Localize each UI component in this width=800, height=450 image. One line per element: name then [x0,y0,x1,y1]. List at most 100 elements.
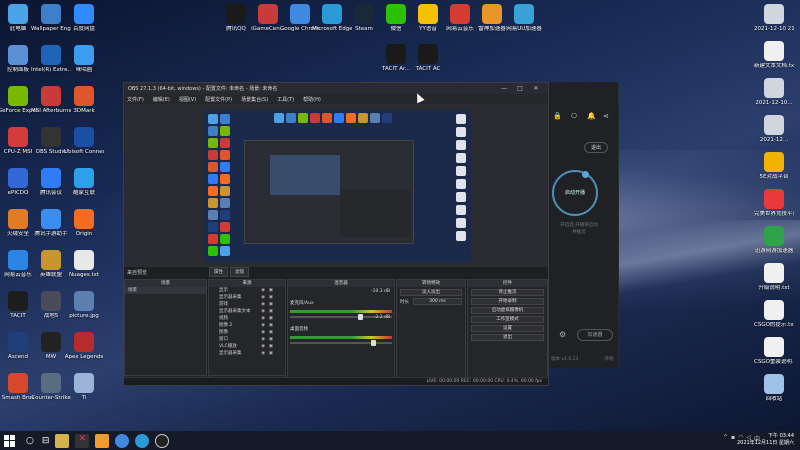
desktop-shortcut[interactable]: Origin [64,209,104,238]
source-item[interactable]: 显示 ◉ ▣ [209,287,285,294]
desktop-shortcut[interactable]: 2021-12-10... [754,78,794,107]
desktop-shortcut[interactable]: 升级说明.txt [754,263,794,292]
visibility-eye-icon[interactable]: ◉ [261,343,265,350]
desktop-shortcut[interactable]: picture.jpg [64,291,104,320]
scene-item[interactable]: 场景 [125,287,206,294]
windows-start-icon[interactable] [4,434,16,447]
desktop-shortcut[interactable]: Nuages.txt [64,250,104,279]
source-item[interactable]: 窗口 ◉ ▣ [209,336,285,343]
lock-icon[interactable]: ▣ [269,350,273,357]
source-item[interactable]: 游戏 ◉ ▣ [209,301,285,308]
menu-scene-collection[interactable]: 场景集合(S) [241,96,268,103]
desktop-shortcut[interactable]: Apex Legends [64,332,104,361]
share-icon[interactable]: ⋖ [603,112,609,120]
obs-preview[interactable] [124,104,548,267]
desktop-shortcut[interactable]: 完美世界竞技平台 [754,189,794,218]
start-stream-ring[interactable]: 启动开播 [552,170,598,216]
visibility-eye-icon[interactable]: ◉ [261,287,265,294]
search-icon[interactable]: ○ [26,436,34,446]
visibility-eye-icon[interactable]: ◉ [261,336,265,343]
lock-icon[interactable]: ▣ [269,308,273,315]
shirt-icon[interactable]: ⎔ [571,112,577,120]
menu-file[interactable]: 文件(F) [127,96,144,103]
obs-window[interactable]: OBS 27.1.3 (64-bit, windows) - 配置文件: 未命名… [123,82,549,386]
desktop-shortcut[interactable]: Ti [64,373,104,402]
visibility-eye-icon[interactable]: ◉ [261,315,265,322]
stop-streaming-button[interactable]: 停止推流 [471,289,544,296]
menu-tools[interactable]: 工具(T) [277,96,294,103]
virtual-camera-button[interactable]: 启动虚拟摄像机 [471,307,544,314]
task-view-icon[interactable]: ⊟ [42,436,50,446]
lock-icon[interactable]: ▣ [269,336,273,343]
desktop-shortcut[interactable]: 2021-12-10 21-12-17... [754,4,794,33]
visibility-eye-icon[interactable]: ◉ [261,308,265,315]
lock-icon[interactable]: ▣ [269,287,273,294]
maximize-icon[interactable]: □ [512,85,528,92]
logout-button[interactable]: 退出 [584,142,608,153]
lock-icon[interactable]: ▣ [269,315,273,322]
source-item[interactable]: VLC播放 ◉ ▣ [209,343,285,350]
accelerator-button[interactable]: 加速器 [577,329,613,341]
visibility-eye-icon[interactable]: ◉ [261,350,265,357]
lock-icon[interactable]: ▣ [269,322,273,329]
menu-view[interactable]: 视图(V) [179,96,196,103]
transition-select[interactable]: 淡入淡出 [400,289,462,296]
source-item[interactable]: 视频 ◉ ▣ [209,315,285,322]
file-explorer-icon[interactable] [55,433,70,448]
exit-button[interactable]: 退出 [471,334,544,341]
start-recording-button[interactable]: 开始录制 [471,298,544,305]
desktop-shortcut[interactable]: 5E对战平台 [754,152,794,181]
tacit-taskbar-icon[interactable]: ✕ [75,433,90,448]
source-item[interactable]: 图像 2 ◉ ▣ [209,322,285,329]
source-item[interactable]: 显示器采集文本 ◉ ▣ [209,308,285,315]
minimize-icon[interactable]: — [496,85,512,92]
desktop-shortcut[interactable]: 回收站 [754,374,794,403]
close-icon[interactable]: ✕ [528,85,544,92]
source-item[interactable]: 显示器采集 ◉ ▣ [209,350,285,357]
tray-up-icon[interactable]: ^ [723,434,728,443]
gear-icon[interactable]: ⚙ [559,330,566,339]
clock[interactable]: 下午 03:44 2021年12月11日 星期六 [737,433,794,447]
desktop-shortcut[interactable]: 酷家互联 [64,168,104,197]
source-item[interactable]: 显示器采集 ◉ ▣ [209,294,285,301]
menu-help[interactable]: 帮助(H) [303,96,321,103]
tab-filters[interactable]: 滤镜 [230,267,249,277]
desktop-shortcut[interactable]: 咪咕圈 [64,45,104,74]
slider-knob[interactable] [370,340,376,346]
lock-icon[interactable]: 🔒 [553,112,562,120]
lock-icon[interactable]: ▣ [269,301,273,308]
edge-taskbar-icon[interactable] [135,433,150,448]
visibility-eye-icon[interactable]: ◉ [261,301,265,308]
app-taskbar-icon[interactable] [95,433,110,448]
menu-profile[interactable]: 配置文件(P) [205,96,232,103]
chrome-taskbar-icon[interactable] [115,433,130,448]
desktop-shortcut[interactable]: Ubisoft Connect [64,127,104,156]
desktop-shortcut[interactable]: 新建文本文档.txt [754,41,794,70]
desktop-shortcut[interactable]: 3DMark [64,86,104,115]
tab-properties[interactable]: 属性 [209,267,228,277]
lock-icon[interactable]: ▣ [269,329,273,336]
duration-input[interactable]: 300 ms [413,298,462,305]
obs-taskbar-icon[interactable] [155,433,170,448]
visibility-eye-icon[interactable]: ◉ [261,329,265,336]
side-footer-right[interactable]: 开始 [599,356,619,362]
settings-button[interactable]: 设置 [471,325,544,332]
desktop-shortcut[interactable]: CSGO重装说明.txt [754,337,794,366]
obs-titlebar[interactable]: OBS 27.1.3 (64-bit, windows) - 配置文件: 未命名… [124,83,548,94]
tray-app-icon[interactable]: ▪ [731,434,735,443]
visibility-eye-icon[interactable]: ◉ [261,322,265,329]
lock-icon[interactable]: ▣ [269,343,273,350]
desktop-shortcut[interactable]: 百度网盘 [64,4,104,33]
desktop-shortcut[interactable]: 迅游网游加速器 [754,226,794,255]
lock-icon[interactable]: ▣ [269,294,273,301]
source-item[interactable]: 图像 ◉ ▣ [209,329,285,336]
bell-icon[interactable]: 🔔 [587,112,596,120]
volume-slider[interactable] [290,340,392,346]
desktop-shortcut[interactable]: 2021-12... [754,115,794,144]
add-icon[interactable] [582,171,589,178]
desktop-shortcut[interactable]: TACIT AC [408,44,448,73]
studio-mode-button[interactable]: 工作室模式 [471,316,544,323]
menu-edit[interactable]: 编辑(E) [153,96,170,103]
desktop-shortcut[interactable]: CSGO的提示.txt [754,300,794,329]
visibility-eye-icon[interactable]: ◉ [261,294,265,301]
